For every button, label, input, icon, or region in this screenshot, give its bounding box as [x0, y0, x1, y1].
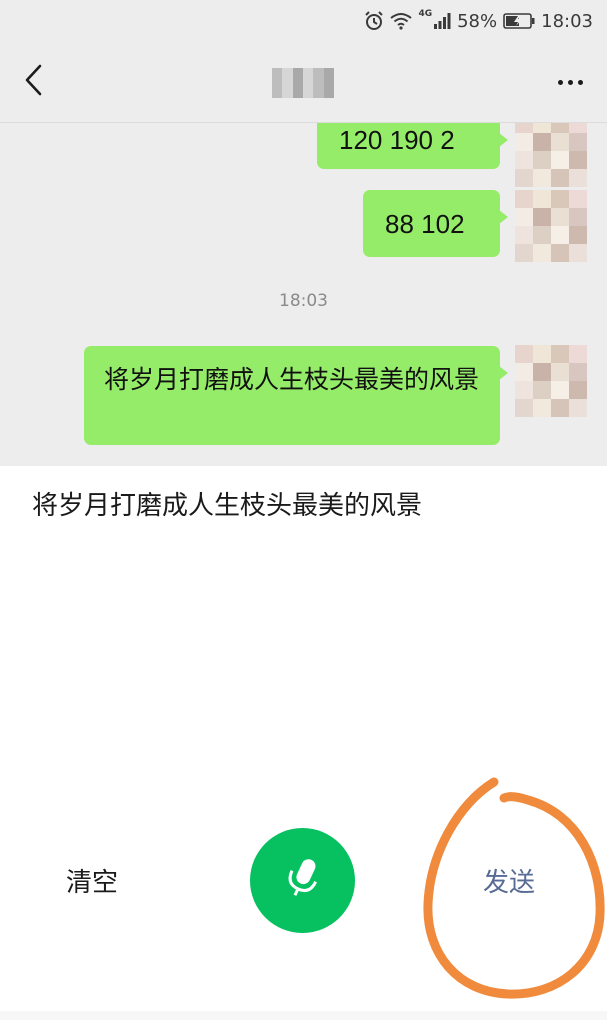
- message-bubble[interactable]: 将岁月打磨成人生枝头最美的风景: [84, 346, 508, 445]
- send-button[interactable]: 发送: [483, 862, 535, 899]
- avatar[interactable]: [515, 123, 587, 187]
- microphone-button[interactable]: [250, 828, 355, 933]
- bottom-bar: [0, 1011, 607, 1020]
- recognized-text[interactable]: 将岁月打磨成人生枝头最美的风景: [32, 488, 592, 524]
- battery-icon: [503, 13, 535, 29]
- clear-button[interactable]: 清空: [66, 862, 118, 899]
- chat-message-area[interactable]: 120 190 2 88 102 18:03 将岁月打磨成人生枝头最美的风景: [0, 123, 607, 466]
- contact-name-pixelated: [272, 68, 334, 98]
- battery-percent: 58%: [457, 10, 498, 32]
- more-options-button[interactable]: [547, 62, 593, 102]
- chat-header: [0, 42, 607, 123]
- status-icons: 4G 58% 18:03: [364, 6, 593, 36]
- message-timestamp: 18:03: [279, 291, 328, 311]
- status-bar: 4G 58% 18:03: [0, 0, 607, 42]
- signal-icon: [433, 12, 451, 30]
- avatar[interactable]: [515, 190, 587, 262]
- back-button[interactable]: [14, 60, 54, 104]
- alarm-icon: [364, 11, 384, 31]
- avatar[interactable]: [515, 345, 587, 417]
- message-bubble[interactable]: 88 102: [363, 190, 508, 257]
- wifi-icon: [390, 12, 413, 30]
- chevron-left-icon: [24, 64, 44, 100]
- microphone-icon: [283, 856, 323, 906]
- network-type-label: 4G: [418, 9, 433, 19]
- status-time: 18:03: [541, 10, 593, 32]
- voice-input-panel: 将岁月打磨成人生枝头最美的风景 清空 发送: [0, 466, 607, 1011]
- message-bubble[interactable]: 120 190 2: [317, 123, 508, 169]
- more-dots-icon: [557, 79, 583, 85]
